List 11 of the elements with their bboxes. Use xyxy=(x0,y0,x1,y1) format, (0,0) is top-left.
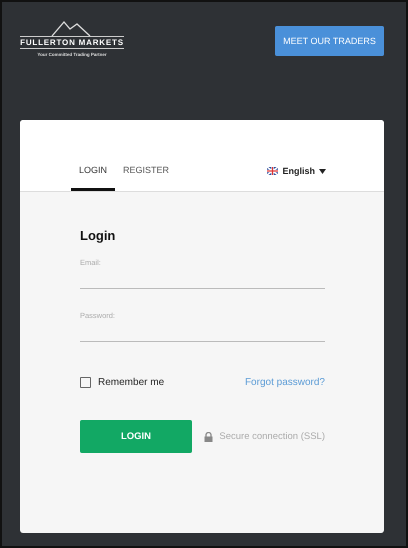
secure-connection-note: Secure connection (SSL) xyxy=(219,431,325,442)
lock-icon xyxy=(204,432,214,442)
caret-icon xyxy=(319,168,326,174)
language-selector[interactable]: English xyxy=(267,166,326,176)
flag-icon xyxy=(267,167,278,175)
form-title: Login xyxy=(80,228,116,243)
checkbox[interactable] xyxy=(80,377,91,388)
remember-label: Remember me xyxy=(98,377,164,388)
tab[interactable]: REGISTER xyxy=(123,165,170,191)
logo-text: FULLERTON MARKETS xyxy=(20,36,124,49)
tab[interactable]: LOGIN xyxy=(71,165,115,191)
